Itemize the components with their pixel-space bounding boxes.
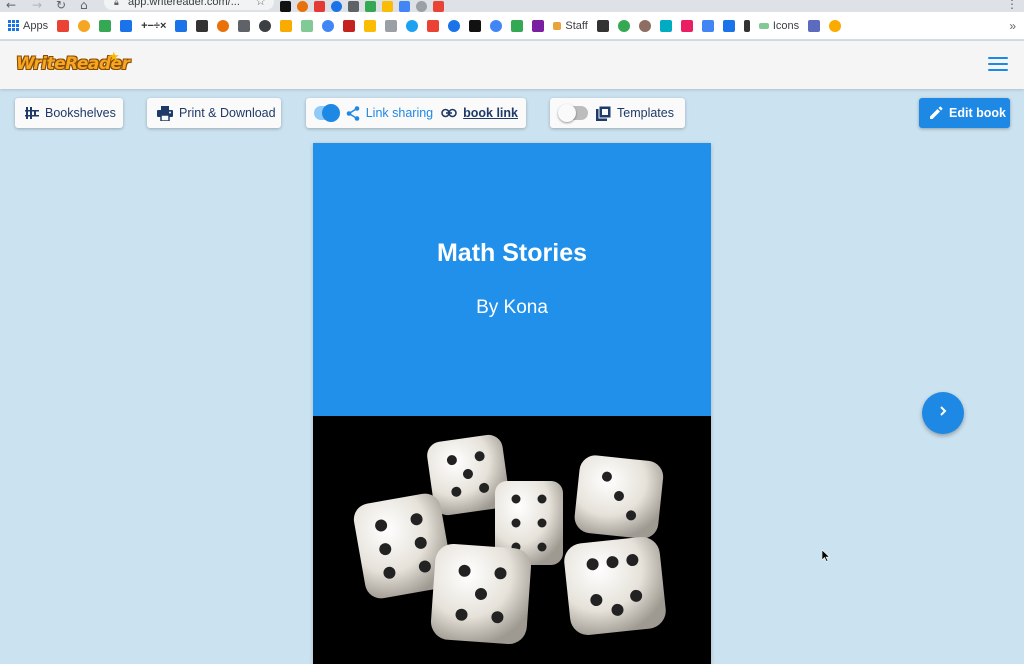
extension-icon[interactable] (416, 0, 427, 12)
bookmark-icon[interactable] (638, 19, 651, 32)
forward-icon[interactable]: → (32, 0, 42, 12)
dice-image (313, 416, 711, 664)
extension-icon[interactable] (331, 0, 342, 12)
calendar-icon[interactable] (120, 19, 133, 32)
app-header: WriteReader ★ (0, 41, 1024, 89)
bookmark-icon[interactable] (808, 19, 821, 32)
gmail-icon[interactable] (57, 19, 70, 32)
bookmark-icon[interactable] (511, 19, 524, 32)
link-sharing-label: Link sharing (365, 106, 434, 120)
extension-icon[interactable] (382, 0, 393, 12)
templates-label: Templates (617, 106, 674, 120)
book-link[interactable]: book link (463, 106, 518, 120)
extension-icon[interactable] (280, 0, 291, 12)
book-cover: Math Stories By Kona (313, 143, 711, 416)
reload-icon[interactable]: ↻ (56, 0, 66, 12)
pencil-icon (929, 106, 943, 120)
bookmark-icon (553, 21, 562, 30)
bookmark-icon[interactable] (722, 19, 735, 32)
share-icon (346, 105, 360, 121)
templates-toggle[interactable] (558, 104, 588, 122)
bookmark-icon[interactable] (829, 19, 842, 32)
star-icon: ★ (108, 49, 120, 64)
bookshelves-label: Bookshelves (45, 106, 116, 120)
menu-icon[interactable] (988, 57, 1008, 71)
bookmark-icon[interactable] (301, 19, 314, 32)
bookmark-icon[interactable] (617, 19, 630, 32)
bookmark-star-icon[interactable]: ☆ (255, 0, 266, 8)
url-text: app.writereader.com/... (128, 0, 240, 8)
bookmark-icon[interactable] (743, 19, 750, 32)
link-sharing-panel: Link sharing book link (306, 98, 526, 128)
edit-book-button[interactable]: Edit book (919, 98, 1010, 128)
address-bar[interactable]: 🔒︎ app.writereader.com/... ☆ (104, 0, 274, 10)
extensions-bar (280, 0, 444, 12)
mouse-cursor (821, 549, 831, 567)
book-page[interactable]: Math Stories By Kona (313, 143, 711, 664)
bookmark-icon[interactable] (78, 19, 91, 32)
lock-icon: 🔒︎ (114, 0, 119, 7)
chevron-right-icon (938, 404, 948, 422)
link-sharing-toggle[interactable] (314, 104, 340, 122)
bookmarks-bar: Apps +−÷× Staff Icons » (0, 12, 1024, 40)
bookmark-staff[interactable]: Staff (553, 20, 588, 32)
bookmark-icon[interactable] (238, 19, 251, 32)
book-author: By Kona (476, 297, 548, 318)
bookshelves-icon (25, 106, 39, 120)
extension-icon[interactable] (314, 0, 325, 12)
bookmark-icon[interactable] (175, 19, 188, 32)
bookmark-icon[interactable] (448, 19, 461, 32)
print-download-label: Print & Download (179, 106, 276, 120)
extension-icon[interactable] (433, 0, 444, 12)
bookshelves-button[interactable]: Bookshelves (15, 98, 123, 128)
bookmark-icon (758, 22, 769, 29)
extension-icon[interactable] (365, 0, 376, 12)
pencil-icon[interactable] (280, 19, 293, 32)
home-icon[interactable]: ⌂ (80, 0, 88, 12)
twitter-icon[interactable] (406, 19, 419, 32)
slack-icon[interactable] (680, 19, 693, 32)
extension-icon[interactable] (399, 0, 410, 12)
bookmark-icon[interactable] (469, 19, 482, 32)
extension-icon[interactable] (297, 0, 308, 12)
edit-book-label: Edit book (949, 106, 1006, 120)
extension-icon[interactable] (348, 0, 359, 12)
templates-panel: Templates (550, 98, 685, 128)
apps-grid-icon (8, 20, 19, 31)
bookmark-icon[interactable] (364, 19, 377, 32)
more-bookmarks-icon[interactable]: » (1009, 19, 1016, 33)
bookmark-apps[interactable]: Apps (8, 20, 48, 32)
docs-icon[interactable] (701, 19, 714, 32)
bookmark-icon[interactable] (532, 19, 545, 32)
globe-icon[interactable] (490, 19, 503, 32)
link-icon (441, 108, 457, 118)
print-download-button[interactable]: Print & Download (147, 98, 281, 128)
bookmark-icon[interactable] (343, 19, 356, 32)
printer-icon (157, 105, 173, 121)
templates-icon (596, 105, 611, 121)
math-symbols-icon[interactable]: +−÷× (141, 20, 166, 32)
book-title: Math Stories (436, 239, 588, 267)
bookmark-icon[interactable] (659, 19, 672, 32)
blogger-icon[interactable] (427, 19, 440, 32)
bookmark-icon[interactable] (259, 19, 272, 32)
browser-tab-strip: ← → ↻ ⌂ 🔒︎ app.writereader.com/... ☆ ⋮ (0, 0, 1024, 12)
bookmark-icon[interactable] (196, 19, 209, 32)
bookmark-icon[interactable] (217, 19, 230, 32)
bookmark-icon[interactable] (596, 19, 609, 32)
bookmark-icon[interactable] (99, 19, 112, 32)
bookmark-icon[interactable] (322, 19, 335, 32)
dice-illustration (353, 434, 666, 645)
bookmark-icon[interactable] (385, 19, 398, 32)
next-page-button[interactable] (922, 392, 964, 434)
browser-menu-icon[interactable]: ⋮ (1006, 0, 1018, 11)
back-icon[interactable]: ← (6, 0, 16, 12)
bookmark-icons[interactable]: Icons (758, 20, 799, 32)
